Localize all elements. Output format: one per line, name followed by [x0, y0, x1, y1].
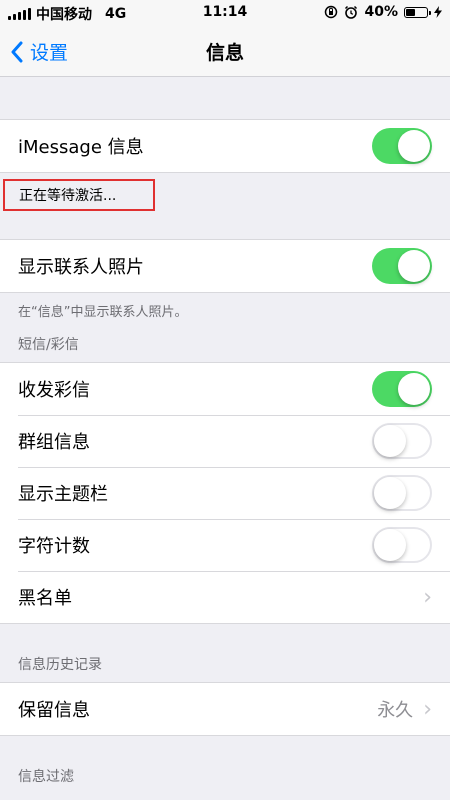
contact-photos-group: 显示联系人照片 — [0, 239, 450, 293]
chevron-right-icon: › — [423, 696, 432, 722]
activation-status: 正在等待激活... — [3, 179, 155, 211]
toggle-knob — [398, 373, 430, 405]
blocked-label: 黑名单 — [18, 588, 72, 609]
status-right: 40% — [324, 4, 442, 20]
toggle-knob — [398, 130, 430, 162]
group-messaging-toggle[interactable] — [372, 423, 432, 459]
battery-fill — [406, 8, 415, 16]
sms-row-mms: 收发彩信 — [0, 363, 450, 415]
keep-messages-label: 保留信息 — [18, 700, 90, 721]
subject-field-toggle[interactable] — [372, 475, 432, 511]
contact-photos-label: 显示联系人照片 — [18, 257, 144, 278]
character-count-toggle[interactable] — [372, 527, 432, 563]
imessage-toggle[interactable] — [372, 128, 432, 164]
sms-row-group: 群组信息 — [0, 415, 450, 467]
battery-percent: 40% — [364, 4, 398, 20]
mms-label: 收发彩信 — [18, 380, 90, 401]
character-count-label: 字符计数 — [18, 536, 90, 557]
orientation-lock-icon — [325, 5, 338, 19]
mms-toggle[interactable] — [372, 371, 432, 407]
chevron-right-icon: › — [423, 584, 432, 610]
sms-section-header: 短信/彩信 — [18, 337, 79, 353]
sms-row-subject: 显示主题栏 — [0, 467, 450, 519]
history-section-header: 信息历史记录 — [18, 657, 102, 673]
history-group: 保留信息 永久 › — [0, 682, 450, 736]
toggle-knob — [374, 477, 406, 509]
blocked-row[interactable]: 黑名单 › — [0, 571, 450, 623]
alarm-icon — [345, 5, 358, 19]
imessage-row: iMessage 信息 — [0, 120, 450, 172]
page-title: 信息 — [205, 42, 244, 64]
contact-photos-toggle[interactable] — [372, 248, 432, 284]
sms-row-charcount: 字符计数 — [0, 519, 450, 571]
contact-photos-row: 显示联系人照片 — [0, 240, 450, 292]
imessage-label: iMessage 信息 — [18, 137, 144, 158]
toggle-knob — [374, 529, 406, 561]
status-bar: 中国移动 4G 11:14 40% — [0, 0, 450, 26]
subject-field-label: 显示主题栏 — [18, 484, 108, 505]
keep-messages-row[interactable]: 保留信息 永久 › — [0, 683, 450, 735]
charging-icon — [434, 6, 442, 18]
keep-messages-value: 永久 — [377, 700, 414, 721]
toggle-knob — [374, 425, 406, 457]
battery-icon — [404, 6, 431, 18]
group-messaging-label: 群组信息 — [18, 432, 90, 453]
navigation-bar: 设置 信息 — [0, 26, 450, 77]
toggle-knob — [398, 250, 430, 282]
sms-group: 收发彩信 群组信息 显示主题栏 字符计数 黑名单 › — [0, 362, 450, 624]
imessage-group: iMessage 信息 — [0, 119, 450, 173]
contact-photos-footer: 在“信息”中显示联系人照片。 — [18, 305, 188, 320]
filter-section-header: 信息过滤 — [18, 769, 74, 785]
